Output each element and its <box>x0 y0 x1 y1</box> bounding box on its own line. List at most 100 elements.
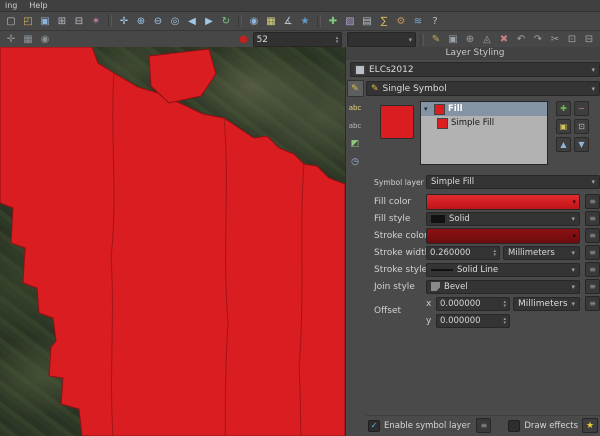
offset-x-input[interactable]: 0.000000 ▴▾ <box>436 297 510 311</box>
zoom-full-icon[interactable]: ◎ <box>167 14 183 29</box>
spinner-arrows-icon[interactable]: ▴▾ <box>493 249 496 257</box>
toolbox-icon[interactable]: ⚙ <box>393 14 409 29</box>
stroke-color-override-button[interactable]: ≡ <box>585 228 600 243</box>
field-calculator-icon[interactable]: ∑ <box>376 14 392 29</box>
cut-features-icon[interactable]: ✂ <box>547 32 563 47</box>
enable-symbol-layer-checkbox[interactable]: ✓ <box>368 420 380 432</box>
spinner-arrows-icon[interactable]: ▴▾ <box>336 36 339 44</box>
add-raster-layer-icon[interactable]: ▨ <box>342 14 358 29</box>
elcs2012-polygon[interactable] <box>0 47 345 436</box>
stroke-width-unit-combo[interactable]: Millimeters ▾ <box>503 246 580 260</box>
red-circle-icon[interactable]: ● <box>236 32 252 47</box>
duplicate-symbol-layer-button[interactable]: ⊡ <box>574 119 589 134</box>
tree-row-simple-fill[interactable]: Simple Fill <box>421 116 547 130</box>
help-icon[interactable]: ? <box>427 14 443 29</box>
toolbar-spin-value: 52 <box>257 35 268 45</box>
pan-map-icon[interactable]: ✛ <box>116 14 132 29</box>
zoom-next-icon[interactable]: ▶ <box>201 14 217 29</box>
select-features-icon[interactable]: ▦ <box>263 14 279 29</box>
add-vector-layer-icon[interactable]: ✚ <box>325 14 341 29</box>
join-style-combo[interactable]: Bevel ▾ <box>426 280 580 294</box>
select-tool-icon[interactable]: ▦ <box>20 32 36 47</box>
zoom-out-icon[interactable]: ⊖ <box>150 14 166 29</box>
project-open-icon[interactable]: ◰ <box>20 14 36 29</box>
offset-override-button[interactable]: ≡ <box>585 296 600 311</box>
masks-tab-icon[interactable]: abc <box>348 118 363 133</box>
toolbar-combo[interactable]: ▾ <box>347 32 416 47</box>
python-console-icon[interactable]: ≋ <box>410 14 426 29</box>
chevron-down-icon: ▾ <box>592 85 596 93</box>
bookmark-icon[interactable]: ★ <box>297 14 313 29</box>
draw-effects-checkbox[interactable] <box>508 420 520 432</box>
symbology-tab-icon[interactable]: ✎ <box>347 80 364 97</box>
vertex-tool-icon[interactable]: ◬ <box>479 32 495 47</box>
symbol-layer-type-combo[interactable]: Simple Fill ▾ <box>426 175 600 189</box>
layout-manager-icon[interactable]: ⊟ <box>71 14 87 29</box>
offset-unit-combo[interactable]: Millimeters ▾ <box>513 297 580 311</box>
offset-y-input[interactable]: 0.000000 ▴▾ <box>436 314 510 328</box>
simple-fill-swatch-icon <box>437 118 448 129</box>
stroke-style-value: Solid Line <box>457 265 498 275</box>
attribute-table-icon[interactable]: ▤ <box>359 14 375 29</box>
remove-symbol-layer-button[interactable]: − <box>574 101 589 116</box>
redo-icon[interactable]: ↷ <box>530 32 546 47</box>
stroke-width-input[interactable]: 0.260000 ▴▾ <box>426 246 500 260</box>
fill-color-button[interactable]: ▾ <box>426 194 580 210</box>
fill-style-override-button[interactable]: ≡ <box>585 211 600 226</box>
identify-tool-icon[interactable]: ◉ <box>37 32 53 47</box>
symbol-tree-buttons: ✚−▣⊡▲▼ <box>556 101 589 165</box>
history-tab-icon[interactable]: ◷ <box>348 154 363 169</box>
chevron-down-icon: ▾ <box>409 36 413 44</box>
stroke-style-combo[interactable]: Solid Line ▾ <box>426 263 580 277</box>
zoom-in-icon[interactable]: ⊕ <box>133 14 149 29</box>
layer-selector-combo[interactable]: ELCs2012 ▾ <box>350 62 600 77</box>
stroke-style-override-button[interactable]: ≡ <box>585 262 600 277</box>
move-layer-down-button[interactable]: ▼ <box>574 137 589 152</box>
toolbar-separator <box>317 15 321 27</box>
chevron-down-icon: ▾ <box>592 178 596 186</box>
renderer-combo[interactable]: ✎ Single Symbol ▾ <box>366 81 600 96</box>
move-layer-up-button[interactable]: ▲ <box>556 137 571 152</box>
project-new-icon[interactable]: ▢ <box>3 14 19 29</box>
save-edits-icon[interactable]: ▣ <box>445 32 461 47</box>
tree-row-fill[interactable]: ▾ Fill <box>421 102 547 116</box>
stroke-width-unit-value: Millimeters <box>508 248 555 258</box>
menu-item-help[interactable]: Help <box>29 1 47 10</box>
toggle-editing-icon[interactable]: ✎ <box>428 32 444 47</box>
pan-tool-icon[interactable]: ✛ <box>3 32 19 47</box>
solid-line-sample-icon <box>431 269 453 271</box>
fill-style-label: Fill style <box>366 214 426 224</box>
map-canvas[interactable] <box>0 47 345 436</box>
stroke-width-override-button[interactable]: ≡ <box>585 245 600 260</box>
project-save-icon[interactable]: ▣ <box>37 14 53 29</box>
symbol-layer-tree[interactable]: ▾ Fill Simple Fill <box>420 101 548 165</box>
refresh-map-icon[interactable]: ↻ <box>218 14 234 29</box>
labels-tab-icon[interactable]: abc <box>348 100 363 115</box>
stroke-color-button[interactable]: ▾ <box>426 228 580 244</box>
join-style-override-button[interactable]: ≡ <box>585 279 600 294</box>
paste-features-icon[interactable]: ⊟ <box>581 32 597 47</box>
spinner-arrows-icon[interactable]: ▴▾ <box>503 300 506 308</box>
fill-color-override-button[interactable]: ≡ <box>585 194 600 209</box>
draw-effects-star-button[interactable]: ★ <box>582 418 598 433</box>
expand-arrow-icon[interactable]: ▾ <box>424 105 431 113</box>
zoom-last-icon[interactable]: ◀ <box>184 14 200 29</box>
chevron-down-icon: ▾ <box>572 215 576 223</box>
panel-title: Layer Styling <box>346 47 600 60</box>
add-symbol-layer-button[interactable]: ✚ <box>556 101 571 116</box>
new-layout-icon[interactable]: ⊞ <box>54 14 70 29</box>
toolbar-spin-input[interactable]: 52 ▴▾ <box>253 32 343 47</box>
measure-icon[interactable]: ∡ <box>280 14 296 29</box>
identify-features-icon[interactable]: ◉ <box>246 14 262 29</box>
diagrams-tab-icon[interactable]: ◩ <box>348 136 363 151</box>
copy-features-icon[interactable]: ⊡ <box>564 32 580 47</box>
delete-selected-icon[interactable]: ✖ <box>496 32 512 47</box>
style-manager-icon[interactable]: ✶ <box>88 14 104 29</box>
lock-color-button[interactable]: ▣ <box>556 119 571 134</box>
spinner-arrows-icon[interactable]: ▴▾ <box>503 317 506 325</box>
add-feature-icon[interactable]: ⊕ <box>462 32 478 47</box>
menu-item[interactable]: ing <box>5 1 17 10</box>
undo-icon[interactable]: ↶ <box>513 32 529 47</box>
fill-style-combo[interactable]: Solid ▾ <box>426 212 580 226</box>
enable-symbol-layer-override-button[interactable]: ≡ <box>476 418 491 433</box>
